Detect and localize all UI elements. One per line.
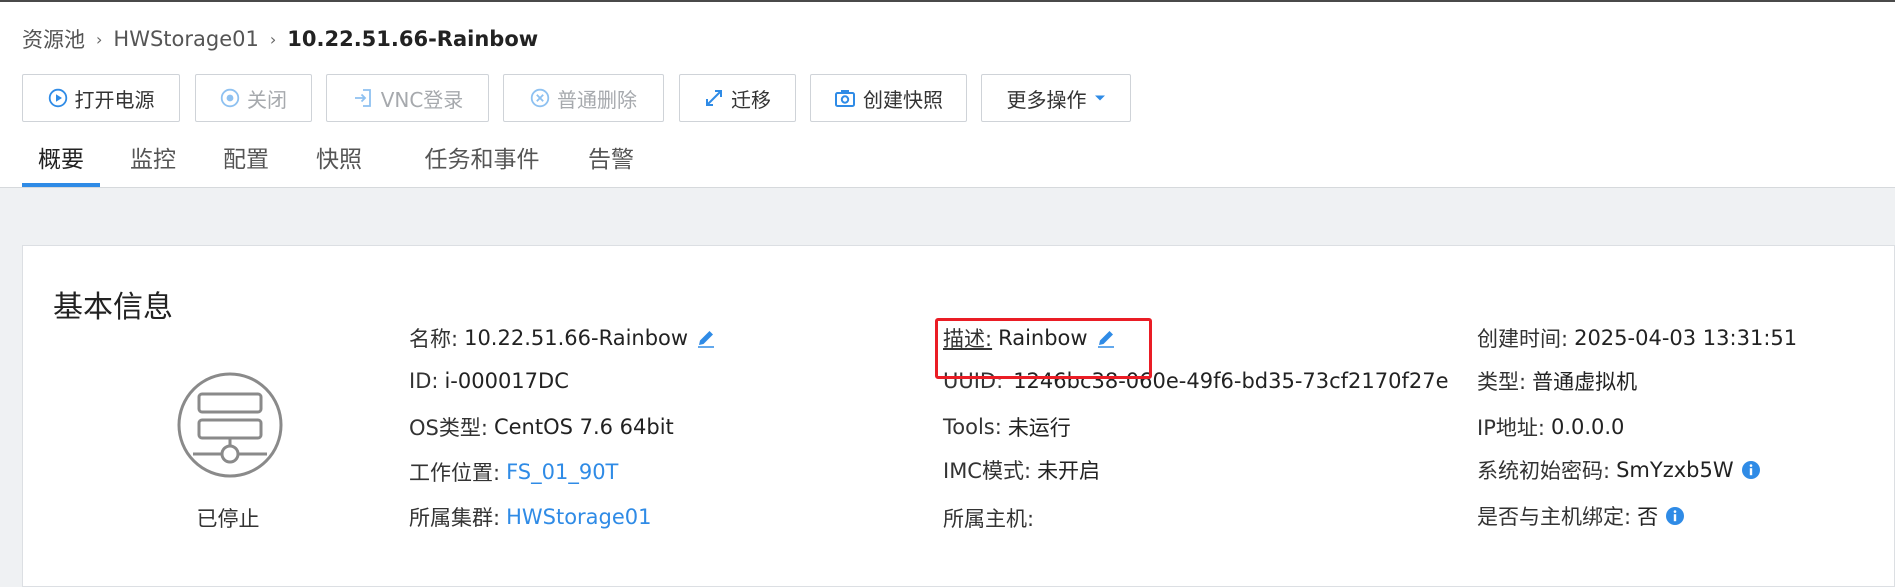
x-circle-icon [530, 88, 550, 108]
field-cluster: 所属集群: HWStorage01 [409, 475, 652, 559]
top-border [0, 0, 1895, 2]
imc-mode-value: 未开启 [1037, 459, 1101, 483]
vm-status: 已停止 [196, 507, 260, 531]
play-circle-icon [48, 88, 68, 108]
card-title: 基本信息 [53, 290, 173, 325]
vm-server-icon [177, 372, 283, 482]
password-info-icon[interactable] [1741, 460, 1761, 480]
field-host-binding: 是否与主机绑定: 否 [1477, 474, 1685, 558]
create-snapshot-label: 创建快照 [863, 87, 943, 112]
tab-monitoring[interactable]: 监控 [122, 140, 184, 188]
basic-info-card: 基本信息 已停止 名称: 10.22.51.66-Rainbow ID: i-0… [22, 245, 1895, 587]
more-actions-label: 更多操作 [1006, 87, 1087, 112]
create-snapshot-button[interactable]: 创建快照 [810, 74, 967, 122]
tab-configuration[interactable]: 配置 [215, 140, 277, 188]
tab-alarms[interactable]: 告警 [580, 140, 642, 188]
login-icon [352, 87, 374, 109]
breadcrumb-cluster[interactable]: HWStorage01 [113, 27, 258, 51]
edit-name-pencil-icon[interactable] [695, 327, 717, 349]
shutdown-label: 关闭 [247, 87, 287, 112]
more-actions-button[interactable]: 更多操作 [981, 74, 1131, 122]
host-binding-value: 否 [1637, 505, 1659, 529]
description-highlight-box [935, 318, 1152, 379]
camera-icon [834, 88, 856, 108]
vnc-login-button[interactable]: VNC登录 [326, 74, 489, 122]
cluster-link[interactable]: HWStorage01 [506, 505, 651, 529]
power-on-button[interactable]: 打开电源 [22, 74, 180, 122]
tab-tasks-events[interactable]: 任务和事件 [401, 140, 563, 188]
power-on-label: 打开电源 [74, 87, 155, 112]
shutdown-button[interactable]: 关闭 [195, 74, 312, 122]
normal-delete-button[interactable]: 普通删除 [503, 74, 664, 122]
binding-info-icon[interactable] [1665, 506, 1685, 526]
migrate-button[interactable]: 迁移 [679, 74, 796, 122]
migrate-label: 迁移 [731, 87, 771, 112]
caret-down-icon [1094, 94, 1106, 102]
tab-overview[interactable]: 概要 [22, 140, 100, 188]
cluster-label: 所属集群: [409, 506, 501, 530]
breadcrumb-current: 10.22.51.66-Rainbow [287, 27, 539, 51]
stop-circle-icon [220, 88, 240, 108]
host-label: 所属主机: [943, 507, 1035, 531]
field-host: 所属主机: [943, 476, 1040, 560]
host-binding-label: 是否与主机绑定: [1477, 505, 1632, 529]
tab-snapshot[interactable]: 快照 [308, 140, 370, 188]
breadcrumb-separator-icon: › [96, 29, 103, 49]
expand-arrows-icon [704, 88, 724, 108]
normal-delete-label: 普通删除 [557, 87, 637, 112]
vnc-login-label: VNC登录 [380, 87, 464, 112]
breadcrumb-resource-pool[interactable]: 资源池 [22, 24, 85, 54]
breadcrumb: 资源池 › HWStorage01 › 10.22.51.66-Rainbow [22, 24, 538, 54]
breadcrumb-separator-icon: › [269, 29, 277, 49]
